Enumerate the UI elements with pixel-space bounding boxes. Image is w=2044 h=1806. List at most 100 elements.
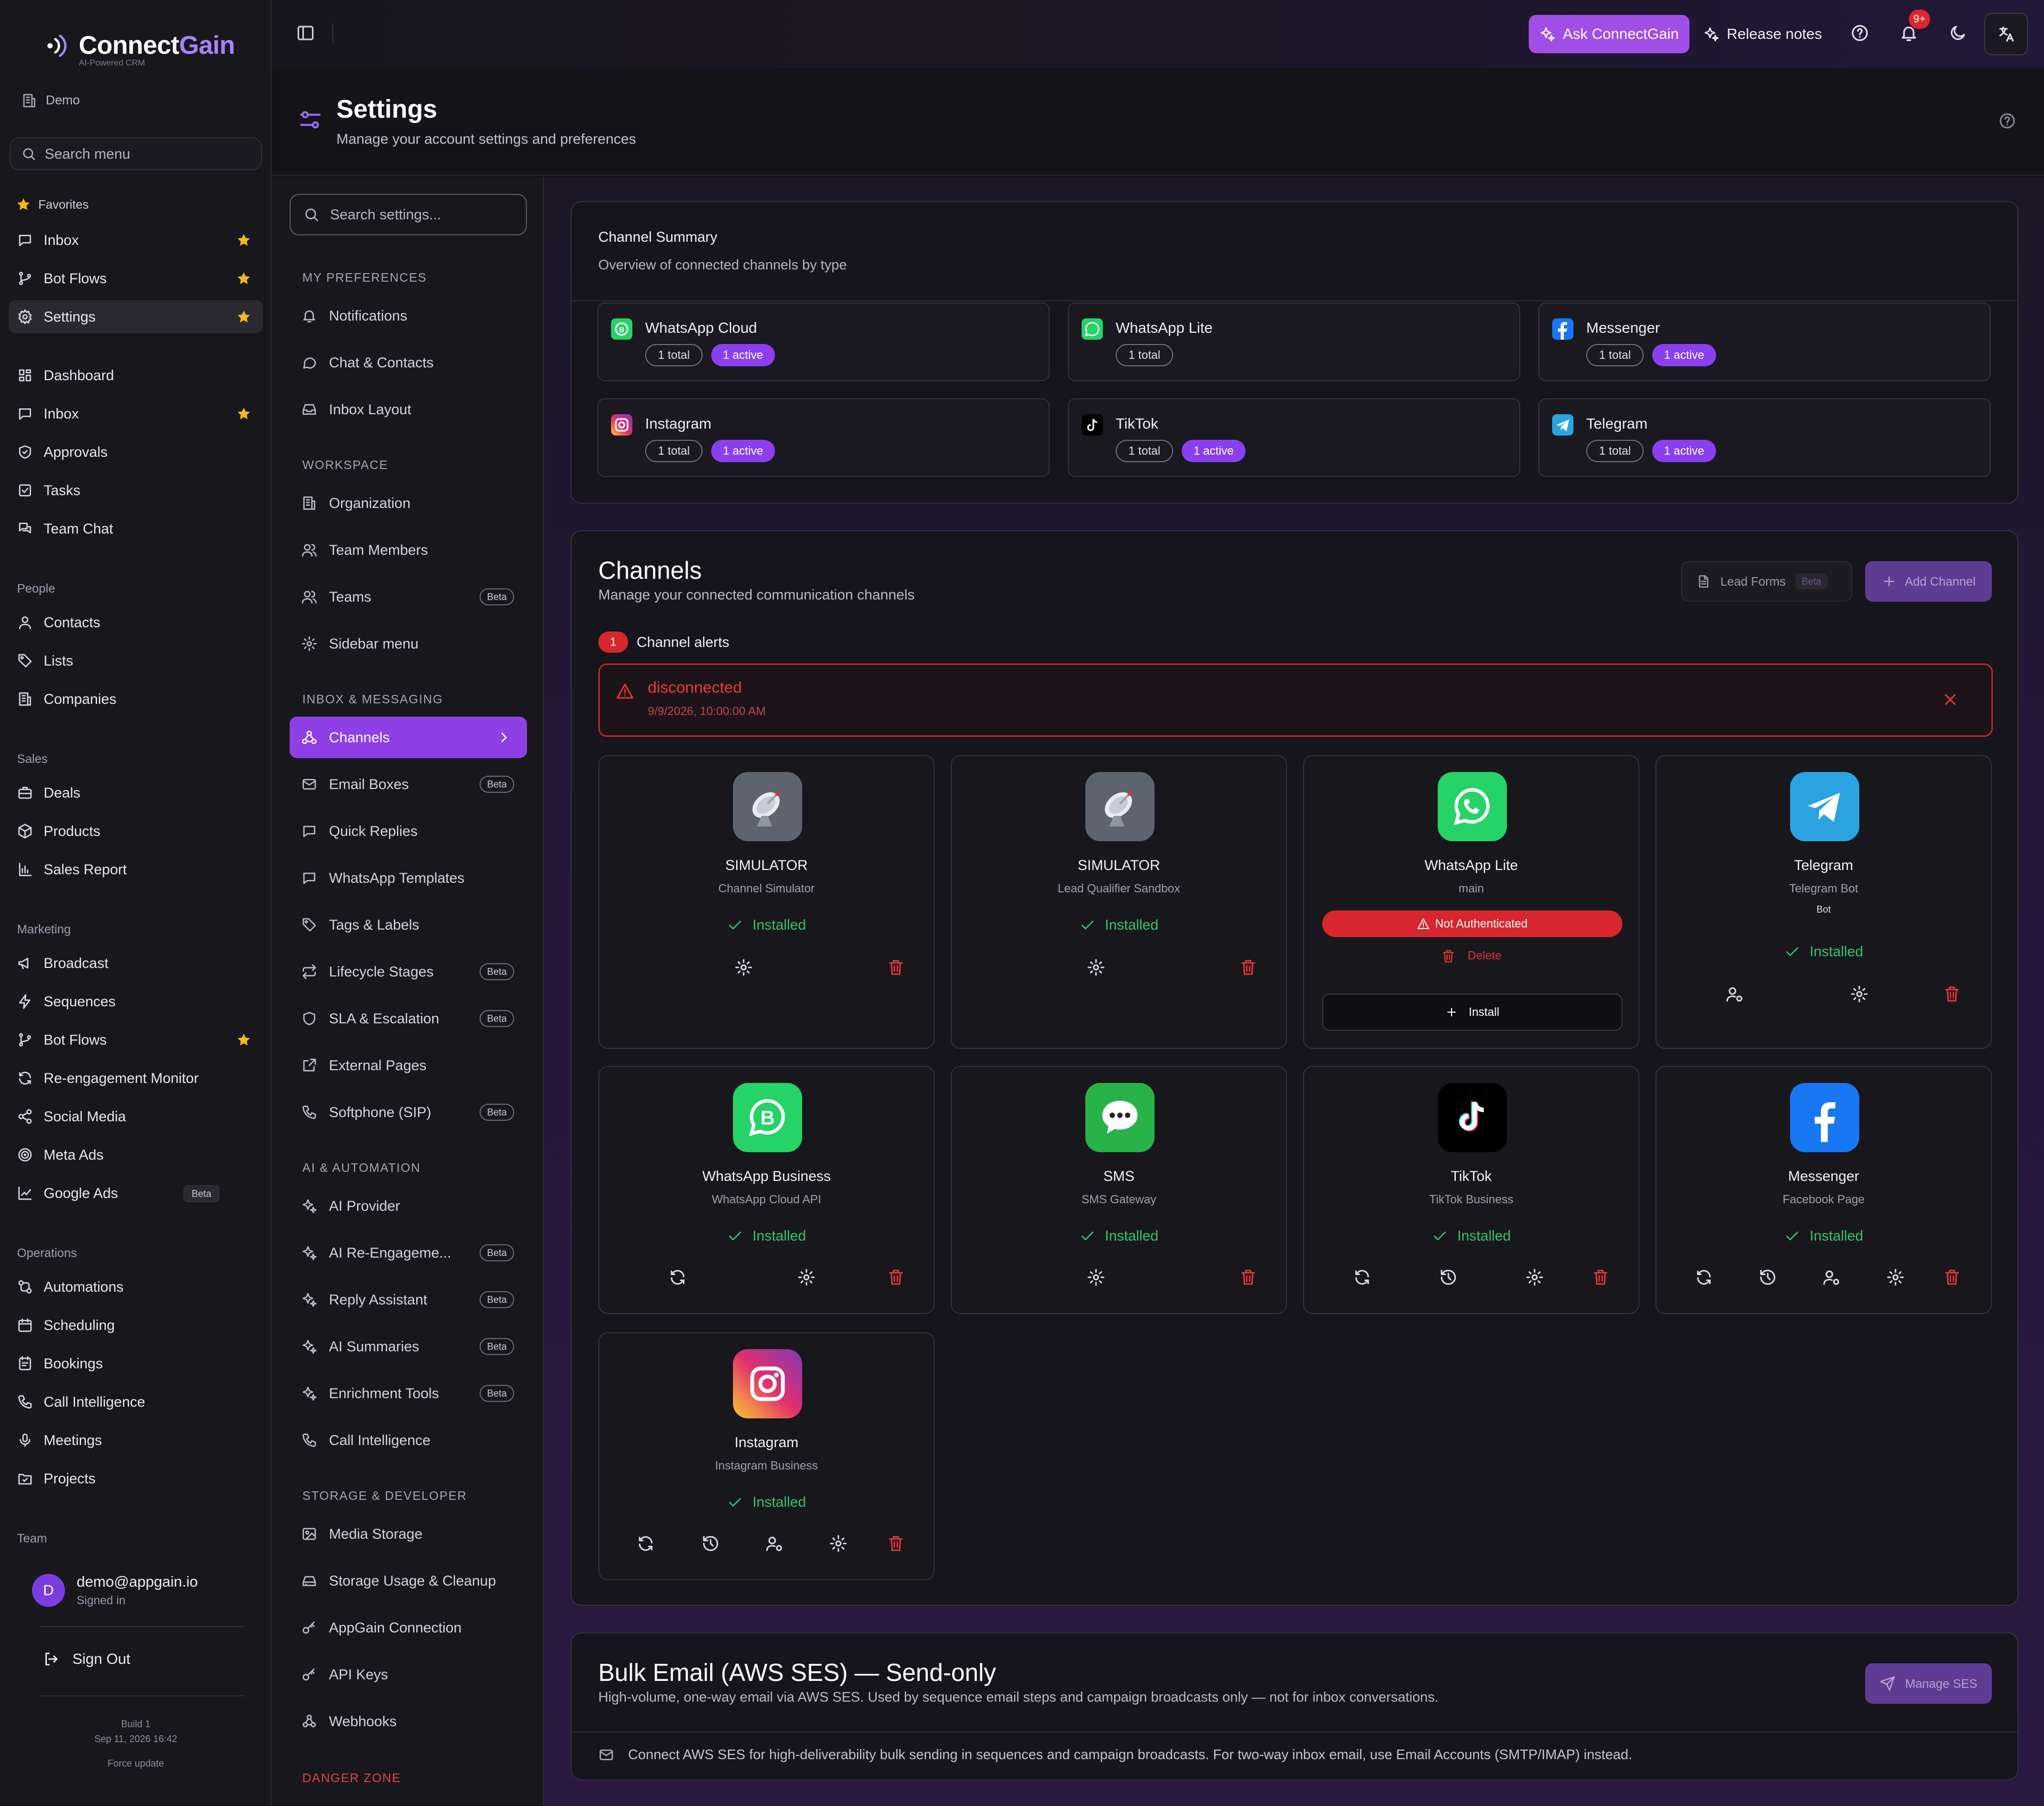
nav-item-bot-flows[interactable]: Bot Flows — [9, 1023, 263, 1056]
release-notes-button[interactable]: Release notes — [1703, 15, 1822, 53]
nav-item-google-ads[interactable]: Google Ads Beta — [9, 1177, 263, 1210]
star-icon[interactable] — [236, 233, 251, 248]
refresh-icon[interactable] — [1695, 1268, 1713, 1286]
refresh-icon[interactable] — [669, 1268, 687, 1286]
gear-icon[interactable] — [1886, 1268, 1905, 1286]
delete-link[interactable]: Delete — [1304, 949, 1638, 964]
user-profile[interactable]: D demo@appgain.io Signed in — [32, 1573, 198, 1607]
add-channel-button[interactable]: Add Channel — [1865, 561, 1992, 602]
trash-icon[interactable] — [1592, 1268, 1610, 1286]
nav-item-team-chat[interactable]: Team Chat — [9, 512, 263, 545]
nav-item-dashboard[interactable]: Dashboard — [9, 359, 263, 392]
star-icon[interactable] — [236, 271, 251, 286]
history-icon[interactable] — [1439, 1268, 1457, 1286]
gear-icon[interactable] — [1850, 985, 1868, 1003]
user-cog-icon[interactable] — [1726, 985, 1744, 1003]
settings-item-whatsapp-templates[interactable]: WhatsApp Templates — [290, 857, 527, 899]
nav-item-projects[interactable]: Projects — [9, 1462, 263, 1495]
settings-item-ai-reengagement[interactable]: AI Re-Engageme... Beta — [290, 1232, 527, 1274]
settings-item-channels[interactable]: Channels — [290, 717, 527, 758]
settings-item-webhooks[interactable]: Webhooks — [290, 1701, 527, 1742]
refresh-icon[interactable] — [637, 1534, 655, 1553]
gear-icon[interactable] — [829, 1534, 847, 1553]
help-icon[interactable] — [1850, 23, 1869, 43]
settings-item-sla-escalation[interactable]: SLA & Escalation Beta — [290, 998, 527, 1039]
settings-item-softphone[interactable]: Softphone (SIP) Beta — [290, 1091, 527, 1133]
nav-item-products[interactable]: Products — [9, 815, 263, 848]
nav-item-deals[interactable]: Deals — [9, 776, 263, 809]
workspace-selector[interactable]: Demo — [21, 93, 80, 109]
force-update-link[interactable]: Force update — [0, 1758, 271, 1769]
gear-icon[interactable] — [735, 958, 753, 976]
history-icon[interactable] — [702, 1534, 720, 1553]
help-icon[interactable] — [1998, 112, 2016, 130]
refresh-icon[interactable] — [1353, 1268, 1371, 1286]
language-button[interactable] — [1984, 13, 2028, 55]
toggle-sidebar-icon[interactable] — [296, 23, 315, 43]
settings-item-ai-provider[interactable]: AI Provider — [290, 1185, 527, 1227]
gear-icon[interactable] — [1087, 958, 1105, 976]
nav-item-call-intelligence[interactable]: Call Intelligence — [9, 1385, 263, 1418]
nav-item-reengagement-monitor[interactable]: Re-engagement Monitor — [9, 1062, 263, 1095]
history-icon[interactable] — [1759, 1268, 1777, 1286]
lead-forms-button[interactable]: Lead Forms Beta — [1681, 561, 1852, 602]
brand-logo[interactable]: ConnectGain — [45, 31, 235, 60]
moon-icon[interactable] — [1948, 23, 1967, 43]
nav-item-bookings[interactable]: Bookings — [9, 1347, 263, 1380]
settings-item-storage-usage[interactable]: Storage Usage & Cleanup — [290, 1560, 527, 1602]
nav-item-tasks[interactable]: Tasks — [9, 474, 263, 507]
settings-item-media-storage[interactable]: Media Storage — [290, 1513, 527, 1555]
nav-item-broadcast[interactable]: Broadcast — [9, 947, 263, 980]
close-icon[interactable] — [1941, 691, 1959, 709]
nav-item-scheduling[interactable]: Scheduling — [9, 1309, 263, 1342]
nav-item-sales-report[interactable]: Sales Report — [9, 853, 263, 886]
ask-connectgain-button[interactable]: Ask ConnectGain — [1529, 15, 1689, 53]
nav-item-companies[interactable]: Companies — [9, 683, 263, 716]
settings-item-enrichment-tools[interactable]: Enrichment Tools Beta — [290, 1373, 527, 1414]
nav-item-approvals[interactable]: Approvals — [9, 436, 263, 469]
nav-item-automations[interactable]: Automations — [9, 1270, 263, 1303]
settings-item-call-intelligence[interactable]: Call Intelligence — [290, 1419, 527, 1461]
fav-item-settings[interactable]: Settings — [9, 300, 263, 333]
sidebar-search[interactable]: Search menu — [10, 137, 262, 170]
fav-item-bot-flows[interactable]: Bot Flows — [9, 262, 263, 295]
settings-item-notifications[interactable]: Notifications — [290, 295, 527, 336]
nav-item-meetings[interactable]: Meetings — [9, 1424, 263, 1457]
manage-ses-button[interactable]: Manage SES — [1865, 1663, 1992, 1704]
settings-item-chat-contacts[interactable]: Chat & Contacts — [290, 342, 527, 383]
settings-item-tags-labels[interactable]: Tags & Labels — [290, 904, 527, 946]
nav-item-lists[interactable]: Lists — [9, 644, 263, 677]
settings-item-sidebar-menu[interactable]: Sidebar menu — [290, 623, 527, 664]
fav-item-inbox[interactable]: Inbox — [9, 224, 263, 257]
settings-item-ai-summaries[interactable]: AI Summaries Beta — [290, 1326, 527, 1367]
trash-icon[interactable] — [887, 958, 905, 976]
settings-item-appgain-connection[interactable]: AppGain Connection — [290, 1607, 527, 1648]
trash-icon[interactable] — [887, 1534, 905, 1553]
settings-item-inbox-layout[interactable]: Inbox Layout — [290, 389, 527, 430]
user-cog-icon[interactable] — [765, 1534, 784, 1553]
star-icon[interactable] — [236, 406, 251, 421]
settings-item-external-pages[interactable]: External Pages — [290, 1045, 527, 1086]
settings-item-team-members[interactable]: Team Members — [290, 529, 527, 571]
trash-icon[interactable] — [1239, 958, 1257, 976]
nav-item-sequences[interactable]: Sequences — [9, 985, 263, 1018]
sign-out-button[interactable]: Sign Out — [43, 1651, 130, 1668]
settings-item-lifecycle-stages[interactable]: Lifecycle Stages Beta — [290, 951, 527, 992]
settings-item-reply-assistant[interactable]: Reply Assistant Beta — [290, 1279, 527, 1320]
nav-item-inbox[interactable]: Inbox — [9, 397, 263, 430]
channel-alerts-header[interactable]: 1 Channel alerts — [598, 631, 729, 653]
settings-item-quick-replies[interactable]: Quick Replies — [290, 810, 527, 852]
nav-item-contacts[interactable]: Contacts — [9, 606, 263, 639]
settings-item-email-boxes[interactable]: Email Boxes Beta — [290, 764, 527, 805]
trash-icon[interactable] — [1239, 1268, 1257, 1286]
trash-icon[interactable] — [887, 1268, 905, 1286]
settings-item-organization[interactable]: Organization — [290, 482, 527, 524]
gear-icon[interactable] — [1087, 1268, 1105, 1286]
star-icon[interactable] — [236, 1032, 251, 1047]
nav-item-meta-ads[interactable]: Meta Ads — [9, 1138, 263, 1171]
settings-search-input[interactable]: Search settings... — [290, 194, 527, 235]
install-button[interactable]: Install — [1322, 994, 1622, 1031]
user-cog-icon[interactable] — [1823, 1268, 1841, 1286]
trash-icon[interactable] — [1943, 985, 1961, 1003]
trash-icon[interactable] — [1943, 1268, 1961, 1286]
